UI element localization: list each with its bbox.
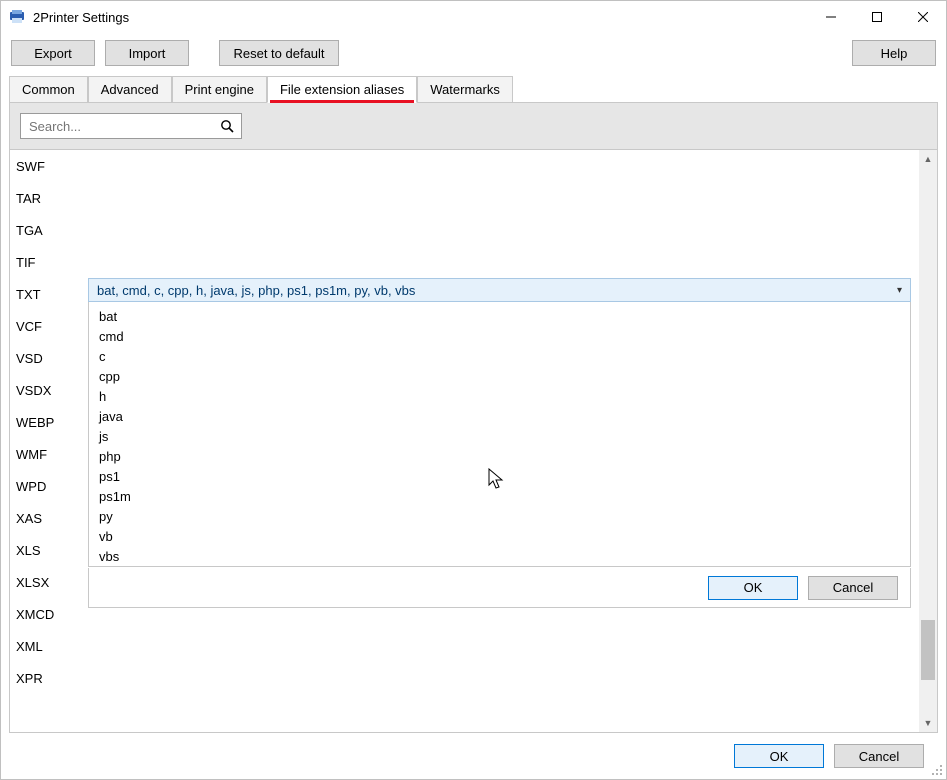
resize-grip-icon[interactable] xyxy=(929,762,943,776)
content-area: SWF TAR TGA TIF TXT VCF VSD VSDX WEBP WM… xyxy=(9,150,938,733)
tab-advanced[interactable]: Advanced xyxy=(88,76,172,103)
ext-row-xmcd[interactable]: XMCD xyxy=(10,598,88,630)
alias-item[interactable]: h xyxy=(99,386,910,406)
txt-alias-dropdown[interactable]: bat, cmd, c, cpp, h, java, js, php, ps1,… xyxy=(88,278,911,302)
ext-row-tar[interactable]: TAR xyxy=(10,182,88,214)
toolbar: Export Import Reset to default Help xyxy=(1,33,946,73)
titlebar: 2Printer Settings xyxy=(1,1,946,33)
alias-item[interactable]: c xyxy=(99,346,910,366)
tab-print-engine[interactable]: Print engine xyxy=(172,76,267,103)
vertical-scrollbar[interactable]: ▲ ▼ xyxy=(919,150,937,732)
ext-row-xas[interactable]: XAS xyxy=(10,502,88,534)
ext-row-vcf[interactable]: VCF xyxy=(10,310,88,342)
alias-item[interactable]: ps1 xyxy=(99,466,910,486)
txt-alias-list: bat cmd c cpp h java js php ps1 ps1m py … xyxy=(88,302,911,567)
export-button[interactable]: Export xyxy=(11,40,95,66)
search-input[interactable] xyxy=(27,118,219,135)
minimize-button[interactable] xyxy=(808,1,854,33)
search-input-wrap xyxy=(20,113,242,139)
detail-column: bat, cmd, c, cpp, h, java, js, php, ps1,… xyxy=(88,150,937,732)
ext-row-tga[interactable]: TGA xyxy=(10,214,88,246)
alias-item[interactable]: py xyxy=(99,506,910,526)
ext-row-wpd[interactable]: WPD xyxy=(10,470,88,502)
scroll-up-icon[interactable]: ▲ xyxy=(919,150,937,168)
tab-bar: Common Advanced Print engine File extens… xyxy=(1,73,946,103)
alias-item[interactable]: bat xyxy=(99,306,910,326)
ext-row-xls[interactable]: XLS xyxy=(10,534,88,566)
ext-row-xlsx[interactable]: XLSX xyxy=(10,566,88,598)
ext-row-vsd[interactable]: VSD xyxy=(10,342,88,374)
alias-item[interactable]: vbs xyxy=(99,546,910,566)
alias-item[interactable]: js xyxy=(99,426,910,446)
tab-watermarks[interactable]: Watermarks xyxy=(417,76,513,103)
scroll-thumb[interactable] xyxy=(921,620,935,680)
ext-row-swf[interactable]: SWF xyxy=(10,150,88,182)
close-button[interactable] xyxy=(900,1,946,33)
alias-item[interactable]: cpp xyxy=(99,366,910,386)
tab-file-extension-aliases[interactable]: File extension aliases xyxy=(267,76,417,103)
settings-window: 2Printer Settings Export Import Reset to… xyxy=(0,0,947,780)
alias-panel-footer: OK Cancel xyxy=(88,568,911,608)
alias-item[interactable]: java xyxy=(99,406,910,426)
ext-row-xml[interactable]: XML xyxy=(10,630,88,662)
ext-row-tif[interactable]: TIF xyxy=(10,246,88,278)
alias-item[interactable]: vb xyxy=(99,526,910,546)
app-icon xyxy=(9,9,25,25)
alias-item[interactable]: ps1m xyxy=(99,486,910,506)
tab-common[interactable]: Common xyxy=(9,76,88,103)
dialog-footer: OK Cancel xyxy=(1,733,946,779)
ext-row-txt[interactable]: TXT xyxy=(10,278,88,310)
window-controls xyxy=(808,1,946,33)
extension-column: SWF TAR TGA TIF TXT VCF VSD VSDX WEBP WM… xyxy=(10,150,88,732)
ext-row-xpr[interactable]: XPR xyxy=(10,662,88,694)
window-title: 2Printer Settings xyxy=(33,10,808,25)
alias-ok-button[interactable]: OK xyxy=(708,576,798,600)
ext-row-vsdx[interactable]: VSDX xyxy=(10,374,88,406)
dialog-cancel-button[interactable]: Cancel xyxy=(834,744,924,768)
ext-row-webp[interactable]: WEBP xyxy=(10,406,88,438)
ext-row-wmf[interactable]: WMF xyxy=(10,438,88,470)
dialog-ok-button[interactable]: OK xyxy=(734,744,824,768)
reset-button[interactable]: Reset to default xyxy=(219,40,339,66)
alias-item[interactable]: cmd xyxy=(99,326,910,346)
active-tab-indicator xyxy=(270,100,414,103)
import-button[interactable]: Import xyxy=(105,40,189,66)
search-icon[interactable] xyxy=(219,118,235,134)
alias-cancel-button[interactable]: Cancel xyxy=(808,576,898,600)
scroll-down-icon[interactable]: ▼ xyxy=(919,714,937,732)
alias-item[interactable]: php xyxy=(99,446,910,466)
search-bar xyxy=(9,103,938,150)
chevron-down-icon: ▾ xyxy=(897,285,902,296)
help-button[interactable]: Help xyxy=(852,40,936,66)
maximize-button[interactable] xyxy=(854,1,900,33)
txt-alias-summary: bat, cmd, c, cpp, h, java, js, php, ps1,… xyxy=(97,283,415,298)
